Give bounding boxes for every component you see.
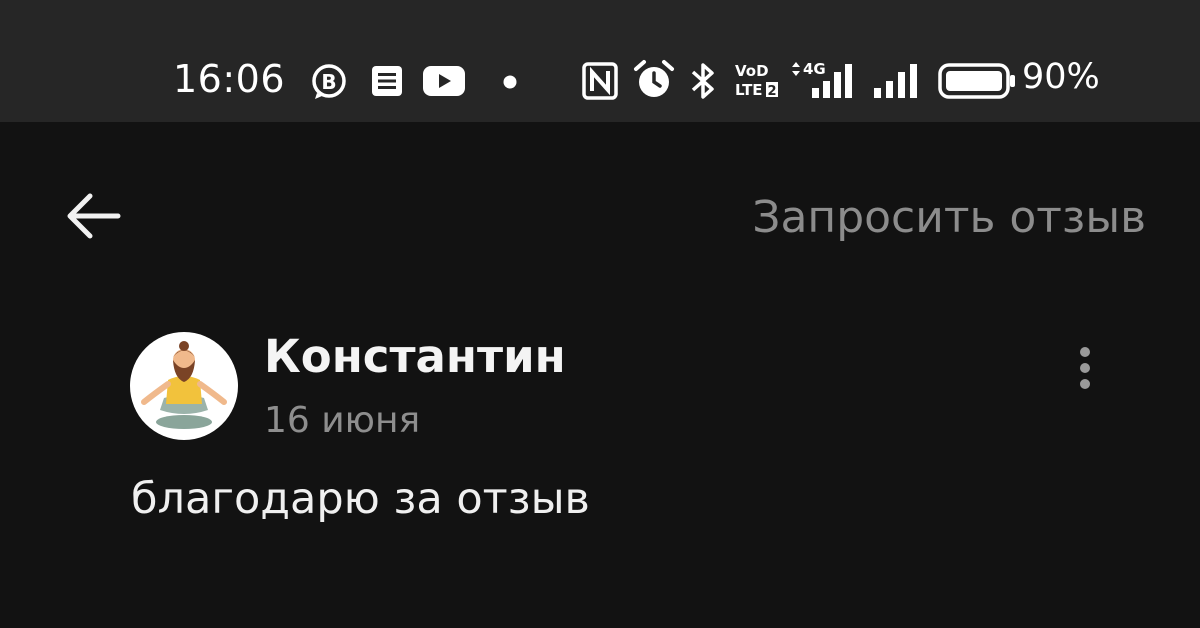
youtube-icon: [423, 66, 465, 96]
volte-bottom-label: LTE: [735, 81, 763, 99]
nfc-icon: [582, 62, 618, 100]
signal-4g-icon: 4G: [792, 60, 852, 98]
arrow-left-icon[interactable]: [60, 190, 124, 242]
svg-text:B: B: [321, 70, 336, 94]
meditating-man-avatar: [141, 341, 227, 429]
request-review-button[interactable]: Запросить отзыв: [752, 192, 1146, 243]
bluetooth-icon: [691, 63, 714, 99]
dot-icon: [503, 75, 517, 89]
volte-icon: VoD LTE 2: [735, 62, 778, 99]
volte-top-label: VoD: [735, 62, 769, 80]
notes-icon: [372, 66, 402, 96]
battery-percent: 90%: [1022, 57, 1100, 97]
review-date: 16 июня: [264, 400, 421, 441]
avatar[interactable]: [130, 332, 238, 440]
status-bar: 16:06 B VoD LTE 2 4G 90%: [0, 0, 1200, 122]
b-chat-icon: B: [312, 64, 346, 99]
signal-icon: [874, 64, 917, 98]
status-time: 16:06: [173, 57, 286, 101]
author-name: Константин: [264, 330, 566, 383]
network-type-label: 4G: [803, 60, 826, 78]
volte-sim-label: 2: [767, 84, 776, 99]
review-text: благодарю за отзыв: [131, 474, 590, 524]
battery-icon: [938, 63, 1015, 99]
alarm-icon: [634, 60, 674, 97]
more-vertical-icon[interactable]: [1072, 344, 1098, 392]
